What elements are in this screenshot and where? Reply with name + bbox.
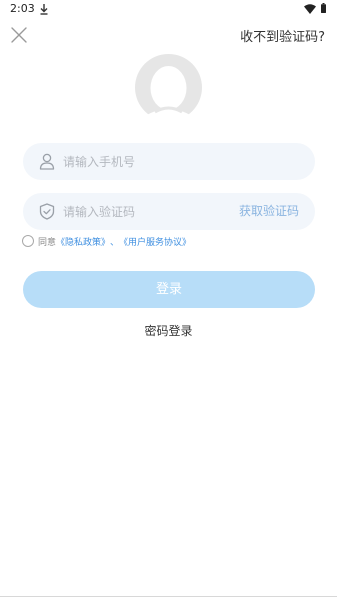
user-avatar-icon <box>135 54 202 121</box>
no-code-link[interactable]: 收不到验证码? <box>240 26 325 45</box>
status-time: 2:03 <box>10 2 35 15</box>
battery-icon <box>321 3 326 13</box>
agreement-checkbox[interactable] <box>22 235 34 247</box>
agreement-separator: 、 <box>110 237 120 248</box>
user-icon <box>39 153 55 170</box>
privacy-policy-link[interactable]: 《隐私政策》 <box>56 235 110 248</box>
code-field: 获取验证码 <box>23 193 315 230</box>
phone-input[interactable] <box>63 143 303 180</box>
login-button[interactable]: 登录 <box>23 271 315 308</box>
agreement-row: 同意 《隐私政策》 、 《用户服务协议》 <box>22 234 191 248</box>
code-input[interactable] <box>63 193 223 230</box>
status-bar: 2:03 <box>0 0 337 18</box>
password-login-link[interactable]: 密码登录 <box>0 322 337 339</box>
agreement-prefix: 同意 <box>38 237 57 248</box>
terms-of-service-link[interactable]: 《用户服务协议》 <box>119 235 191 248</box>
shield-check-icon <box>39 203 55 220</box>
bottom-divider <box>0 596 337 597</box>
wifi-icon <box>304 4 316 14</box>
phone-field <box>23 143 315 180</box>
close-icon[interactable] <box>10 26 28 44</box>
download-icon <box>40 4 48 15</box>
login-screen: 2:03 收不到验证码? 请输入手机号 请输入验证码 获取验证码 同意 《隐私政… <box>0 0 337 600</box>
get-code-button[interactable]: 获取验证码 <box>239 193 299 230</box>
